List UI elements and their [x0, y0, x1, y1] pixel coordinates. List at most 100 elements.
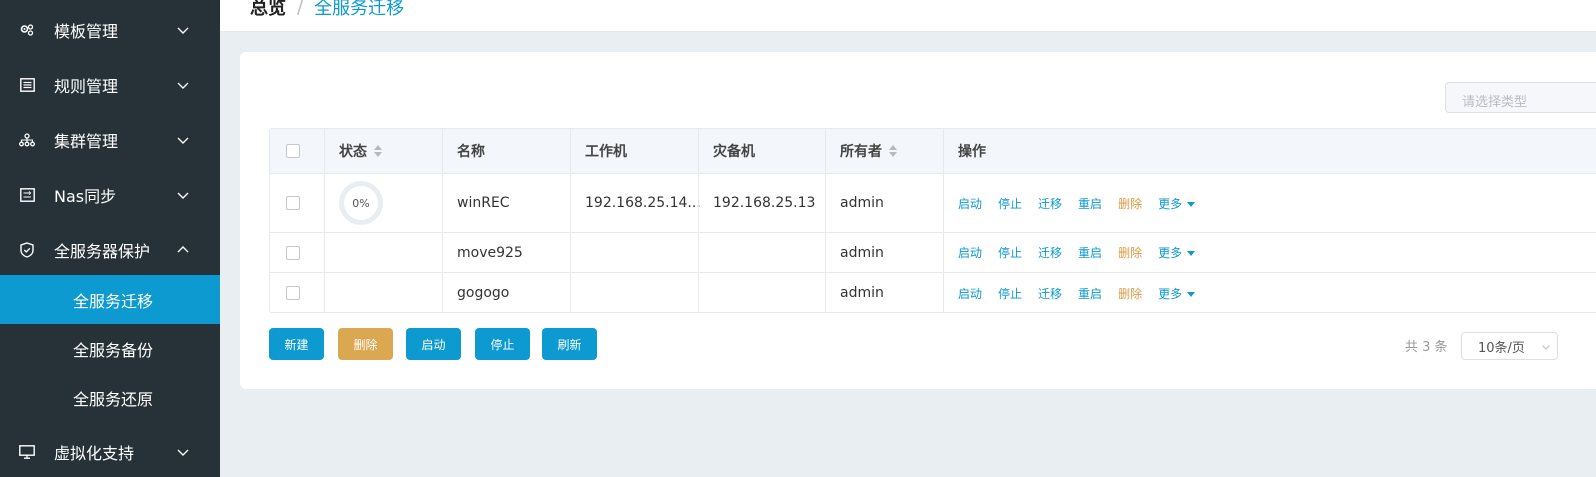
table-row: move925 admin 启动 停止 迁移 重启 删除 更多 [270, 233, 1596, 273]
restart-link[interactable]: 重启 [1078, 244, 1102, 261]
sidebar-item-nas[interactable]: Nas同步 [0, 167, 220, 222]
column-header-name: 名称 [457, 144, 485, 160]
sidebar-subitem-label: 全服务备份 [73, 340, 154, 360]
sidebar-item-label: 全服务器保护 [54, 241, 151, 261]
chevron-down-icon [177, 82, 189, 89]
more-label: 更多 [1158, 246, 1183, 260]
owner-cell: admin [840, 195, 884, 211]
chevron-down-icon [1542, 345, 1550, 350]
column-header-backup: 灾备机 [713, 144, 755, 160]
shield-icon [19, 241, 35, 258]
chevron-down-icon [177, 192, 189, 199]
migrate-link[interactable]: 迁移 [1038, 285, 1062, 302]
migration-table: 状态 名称 工作机 灾备机 所有者 操作 0% winREC 192.168.2… [269, 128, 1596, 313]
gears-icon [19, 22, 35, 38]
delete-link[interactable]: 删除 [1118, 285, 1142, 302]
sidebar-subitem-restore[interactable]: 全服务还原 [0, 373, 220, 422]
top-header: 总览 / 全服务迁移 [220, 0, 1596, 32]
stop-link[interactable]: 停止 [998, 244, 1022, 261]
column-divider [943, 129, 944, 313]
owner-cell: admin [840, 285, 884, 301]
work-cell: 192.168.25.14... [585, 195, 701, 211]
refresh-button[interactable]: 刷新 [542, 328, 597, 360]
name-cell: winREC [457, 195, 510, 211]
sidebar-item-label: 集群管理 [54, 131, 119, 151]
column-header-owner[interactable]: 所有者 [840, 129, 897, 173]
progress-text: 0% [352, 196, 370, 210]
row-checkbox[interactable] [286, 233, 300, 272]
sidebar-item-server-protection[interactable]: 全服务器保护 [0, 222, 220, 277]
breadcrumb-home[interactable]: 总览 [250, 0, 286, 20]
delete-link[interactable]: 删除 [1118, 244, 1142, 261]
sidebar-subitem-label: 全服务迁移 [73, 291, 154, 311]
start-button[interactable]: 启动 [406, 328, 461, 360]
sidebar-item-label: 模板管理 [54, 21, 119, 41]
actions-cell: 启动 停止 迁移 重启 删除 更多 [958, 273, 1211, 313]
sidebar-subitem-migration[interactable]: 全服务迁移 [0, 275, 220, 324]
start-link[interactable]: 启动 [958, 244, 982, 261]
sidebar-item-cluster[interactable]: 集群管理 [0, 112, 220, 167]
chevron-down-icon [177, 27, 189, 34]
backup-cell: 192.168.25.13 [713, 195, 816, 211]
restart-link[interactable]: 重启 [1078, 195, 1102, 212]
sidebar: 模板管理 规则管理 集群管理 Nas同步 全服务器保护 全服务迁移 全服务备份 [0, 0, 220, 477]
breadcrumb-separator: / [297, 0, 304, 18]
monitor-icon [19, 444, 35, 460]
progress-ring: 0% [339, 181, 383, 225]
sidebar-item-rules[interactable]: 规则管理 [0, 57, 220, 112]
sidebar-subitem-label: 全服务还原 [73, 389, 154, 409]
more-dropdown[interactable]: 更多 [1158, 244, 1196, 261]
migrate-link[interactable]: 迁移 [1038, 244, 1062, 261]
sidebar-item-virtualization[interactable]: 虚拟化支持 [0, 424, 220, 477]
stop-link[interactable]: 停止 [998, 285, 1022, 302]
total-count: 共 3 条 [1405, 340, 1448, 355]
row-checkbox[interactable] [286, 273, 300, 313]
select-all-checkbox[interactable] [286, 129, 300, 173]
more-dropdown[interactable]: 更多 [1158, 285, 1196, 302]
sort-icon[interactable] [889, 145, 897, 157]
column-header-actions: 操作 [958, 144, 986, 160]
caret-down-icon [1187, 291, 1196, 297]
row-checkbox[interactable] [286, 174, 300, 232]
column-divider [698, 129, 699, 313]
table-row: 0% winREC 192.168.25.14... 192.168.25.13… [270, 174, 1596, 233]
migrate-link[interactable]: 迁移 [1038, 195, 1062, 212]
sidebar-item-label: 虚拟化支持 [54, 443, 135, 463]
nas-icon [19, 187, 35, 203]
breadcrumb: 总览 / 全服务迁移 [250, 0, 404, 20]
list-icon [19, 77, 35, 93]
page-size-label: 10条/页 [1478, 340, 1525, 356]
sidebar-subitem-backup[interactable]: 全服务备份 [0, 324, 220, 373]
caret-down-icon [1187, 201, 1196, 207]
start-link[interactable]: 启动 [958, 285, 982, 302]
delete-button[interactable]: 删除 [338, 328, 393, 360]
delete-link[interactable]: 删除 [1118, 195, 1142, 212]
column-header-work: 工作机 [585, 144, 627, 160]
restart-link[interactable]: 重启 [1078, 285, 1102, 302]
new-button[interactable]: 新建 [269, 328, 324, 360]
page-size-select[interactable]: 10条/页 [1461, 332, 1558, 360]
column-divider [570, 129, 571, 313]
caret-down-icon [1187, 251, 1196, 256]
name-cell: gogogo [457, 285, 510, 301]
column-header-status[interactable]: 状态 [339, 129, 382, 173]
column-divider [825, 129, 826, 313]
table-header: 状态 名称 工作机 灾备机 所有者 操作 [270, 129, 1596, 174]
column-status-label: 状态 [339, 144, 367, 160]
chevron-down-icon [177, 449, 189, 456]
actions-cell: 启动 停止 迁移 重启 删除 更多 [958, 174, 1211, 232]
start-link[interactable]: 启动 [958, 195, 982, 212]
chevron-up-icon [177, 245, 189, 252]
column-divider [324, 129, 325, 313]
status-cell: 0% [339, 174, 383, 232]
stop-button[interactable]: 停止 [475, 328, 530, 360]
sidebar-item-label: Nas同步 [54, 186, 117, 206]
sort-icon[interactable] [374, 145, 382, 157]
type-select[interactable]: 请选择类型 [1445, 82, 1596, 113]
stop-link[interactable]: 停止 [998, 195, 1022, 212]
more-dropdown[interactable]: 更多 [1158, 195, 1196, 212]
sidebar-item-template[interactable]: 模板管理 [0, 2, 220, 57]
actions-cell: 启动 停止 迁移 重启 删除 更多 [958, 233, 1211, 272]
table-row: gogogo admin 启动 停止 迁移 重启 删除 更多 [270, 273, 1596, 313]
column-owner-label: 所有者 [840, 144, 882, 160]
